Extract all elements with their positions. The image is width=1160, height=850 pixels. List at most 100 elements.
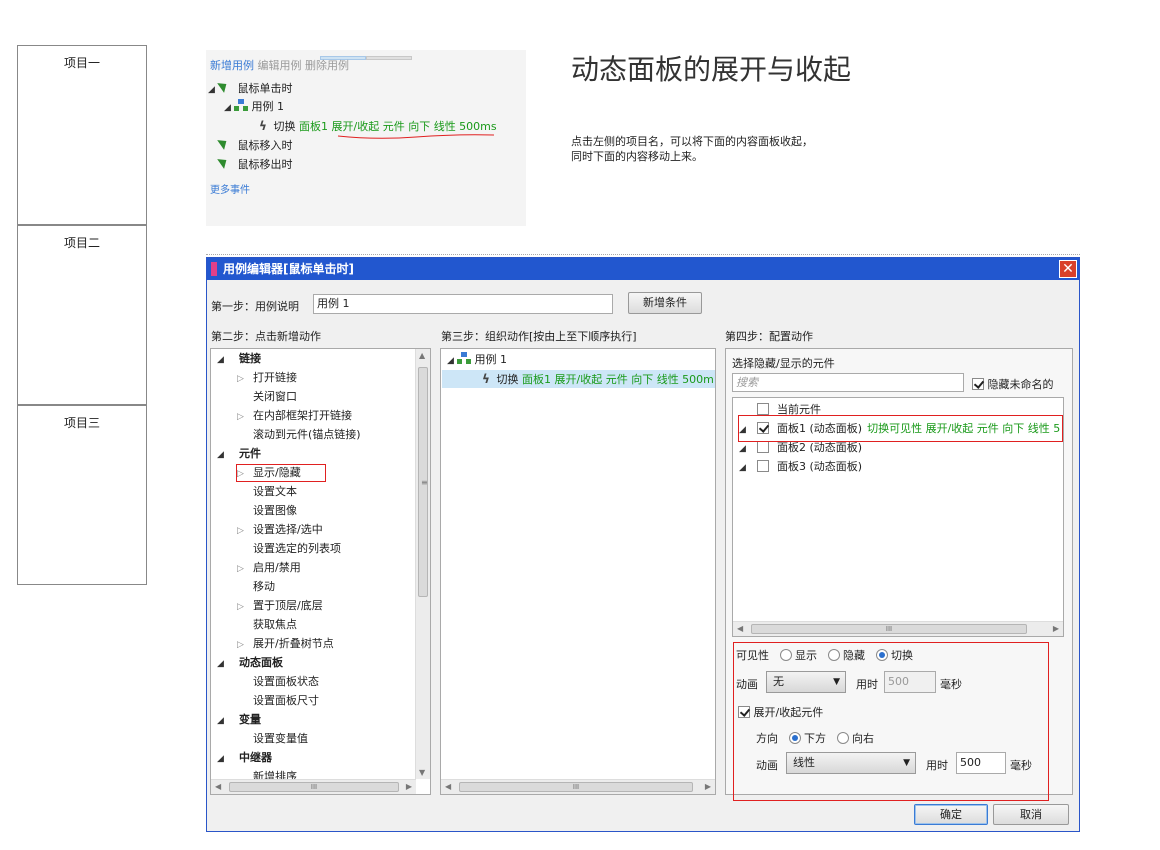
action-tree-item[interactable]: ▷ 在内部框架打开链接 [237, 408, 352, 424]
scroll-thumb[interactable]: III [459, 782, 693, 792]
action-tree-item-label: 滚动到元件(锚点链接) [253, 428, 361, 441]
tab-inactive[interactable] [366, 56, 412, 60]
page-title: 动态面板的展开与收起 [571, 53, 852, 86]
lightning-icon: ϟ [482, 372, 490, 386]
action-tree-item[interactable]: ▷ 展开/折叠树节点 [237, 636, 334, 652]
action-tree-item[interactable]: ▷ 置于顶层/底层 [237, 598, 323, 614]
expand-arrow-icon[interactable]: ◢ [739, 460, 755, 475]
close-icon[interactable]: ✕ [1059, 260, 1077, 278]
action-tree-item-label: 动态面板 [239, 656, 283, 669]
event-mouse-leave[interactable]: 鼠标移出时 [218, 156, 293, 172]
widget-list-item[interactable]: ◢ 面板2 (动态面板) [739, 440, 1061, 456]
widget-search-input[interactable]: 搜索 [732, 373, 964, 392]
expand-arrow-icon[interactable]: ◢ [217, 352, 239, 368]
action-tree-item-label: 设置变量值 [253, 732, 308, 745]
expand-arrow-icon[interactable]: ◢ [739, 441, 755, 456]
add-condition-button[interactable]: 新增条件 [628, 292, 702, 314]
organize-action-node[interactable]: ϟ 切换 面板1 展开/收起 元件 向下 线性 500ms [479, 371, 714, 387]
expand-arrow-icon[interactable]: ▷ [237, 599, 253, 615]
edit-case-link[interactable]: 编辑用例 [258, 59, 302, 72]
expand-arrow-icon[interactable]: ▷ [237, 637, 253, 653]
event-mouse-enter[interactable]: 鼠标移入时 [218, 137, 293, 153]
scroll-thumb[interactable]: III [229, 782, 399, 792]
action-tree-item[interactable]: ◢ 中继器 [217, 750, 272, 766]
action-tree-item-label: 置于顶层/底层 [253, 599, 323, 612]
action-tree-item-label: 中继器 [239, 751, 272, 764]
case-node[interactable]: ◢ 用例 1 [224, 99, 284, 115]
event-click[interactable]: ◢ 鼠标单击时 [208, 80, 293, 96]
add-case-link[interactable]: 新增用例 [210, 59, 254, 72]
action-tree-item[interactable]: 设置选定的列表项 [237, 541, 341, 557]
actions-vertical-scrollbar[interactable]: ▲ ≡ ▼ [415, 349, 430, 779]
action-tree-item[interactable]: ◢ 变量 [217, 712, 261, 728]
action-tree-item[interactable]: 获取焦点 [237, 617, 297, 633]
expand-arrow-icon[interactable]: ◢ [217, 751, 239, 767]
widget-checkbox[interactable] [757, 460, 769, 472]
app-icon [211, 262, 217, 276]
action-tree-item-label: 移动 [253, 580, 275, 593]
page-description: 点击左侧的项目名，可以将下面的内容面板收起， 同时下面的内容移动上来。 [571, 135, 813, 163]
action-tree-item-label: 设置文本 [253, 485, 297, 498]
expand-arrow-icon[interactable]: ◢ [217, 656, 239, 672]
ok-button[interactable]: 确定 [914, 804, 988, 825]
hide-unnamed-option[interactable]: 隐藏未命名的 [972, 376, 1054, 392]
action-tree-item[interactable]: 设置图像 [237, 503, 297, 519]
action-tree-item[interactable]: 设置变量值 [237, 731, 308, 747]
case-flow-icon [457, 352, 471, 365]
expand-arrow-icon[interactable]: ◢ [217, 713, 239, 729]
action-tree-item-label: 在内部框架打开链接 [253, 409, 352, 422]
widget-list-item[interactable]: ◢ 面板3 (动态面板) [739, 459, 1061, 475]
action-tree-item-label: 设置选择/选中 [253, 523, 323, 536]
widget-name: 面板2 (动态面板) [777, 441, 863, 454]
action-tree-item-label: 设置图像 [253, 504, 297, 517]
expand-arrow-icon[interactable]: ◢ [208, 82, 218, 98]
widget-list-horizontal-scrollbar[interactable]: ◀ III ▶ [733, 621, 1063, 636]
more-events-link[interactable]: 更多事件 [210, 183, 250, 199]
action-tree-item[interactable]: 设置面板尺寸 [237, 693, 319, 709]
expand-arrow-icon[interactable]: ▷ [237, 561, 253, 577]
scroll-thumb[interactable]: III [751, 624, 1027, 634]
action-tree-item[interactable]: ▷ 设置选择/选中 [237, 522, 323, 538]
action-tree-item[interactable]: ▷ 打开链接 [237, 370, 297, 386]
hide-unnamed-checkbox[interactable] [972, 378, 984, 390]
action-tree-item[interactable]: 移动 [237, 579, 275, 595]
accordion-header-2[interactable]: 项目二 [17, 225, 147, 261]
accordion-header-1[interactable]: 项目一 [17, 45, 147, 81]
action-tree-item[interactable]: ◢ 动态面板 [217, 655, 283, 671]
accordion-header-3[interactable]: 项目三 [17, 405, 147, 441]
action-tree-item-label: 设置面板尺寸 [253, 694, 319, 707]
widget-checkbox[interactable] [757, 441, 769, 453]
action-tree-item[interactable]: 设置面板状态 [237, 674, 319, 690]
organize-case-node[interactable]: ◢ 用例 1 [447, 352, 507, 368]
cursor-icon [218, 156, 234, 170]
actions-horizontal-scrollbar[interactable]: ◀ III ▶ [211, 779, 416, 794]
expand-arrow-icon[interactable]: ▷ [237, 523, 253, 539]
action-tree-item[interactable]: 滚动到元件(锚点链接) [237, 427, 361, 443]
delete-case-link[interactable]: 删除用例 [305, 59, 349, 72]
expand-arrow-icon[interactable]: ◢ [447, 353, 457, 369]
action-tree-item[interactable]: ▷ 启用/禁用 [237, 560, 301, 576]
dialog-titlebar[interactable]: 用例编辑器[鼠标单击时] ✕ [207, 258, 1079, 280]
cursor-icon [218, 80, 234, 94]
organize-actions-pane: ◢ 用例 1 ϟ 切换 面板1 展开/收起 元件 向下 线性 500ms ◀ I… [440, 348, 716, 795]
action-tree-item-label: 链接 [239, 352, 261, 365]
case-name-input[interactable]: 用例 1 [313, 294, 613, 314]
action-tree-item[interactable]: 设置文本 [237, 484, 297, 500]
lightning-icon: ϟ [259, 119, 267, 133]
action-tree-item[interactable]: ◢ 元件 [217, 446, 261, 462]
organize-horizontal-scrollbar[interactable]: ◀ III ▶ [441, 779, 715, 794]
expand-arrow-icon[interactable]: ▷ [237, 409, 253, 425]
action-tree-item[interactable]: ◢ 链接 [217, 351, 261, 367]
action-tree-item-label: 变量 [239, 713, 261, 726]
annotation-box-panel1 [738, 415, 1063, 442]
action-tree-item-label: 关闭窗口 [253, 390, 297, 403]
widget-checkbox[interactable] [757, 403, 769, 415]
action-tree-item[interactable]: 关闭窗口 [237, 389, 297, 405]
expand-arrow-icon[interactable]: ◢ [224, 100, 234, 116]
expand-arrow-icon[interactable]: ▷ [237, 371, 253, 387]
action-tree-item-label: 设置面板状态 [253, 675, 319, 688]
cancel-button[interactable]: 取消 [993, 804, 1069, 825]
scroll-thumb[interactable]: ≡ [418, 367, 428, 597]
panel-tabs [320, 50, 414, 60]
expand-arrow-icon[interactable]: ◢ [217, 447, 239, 463]
